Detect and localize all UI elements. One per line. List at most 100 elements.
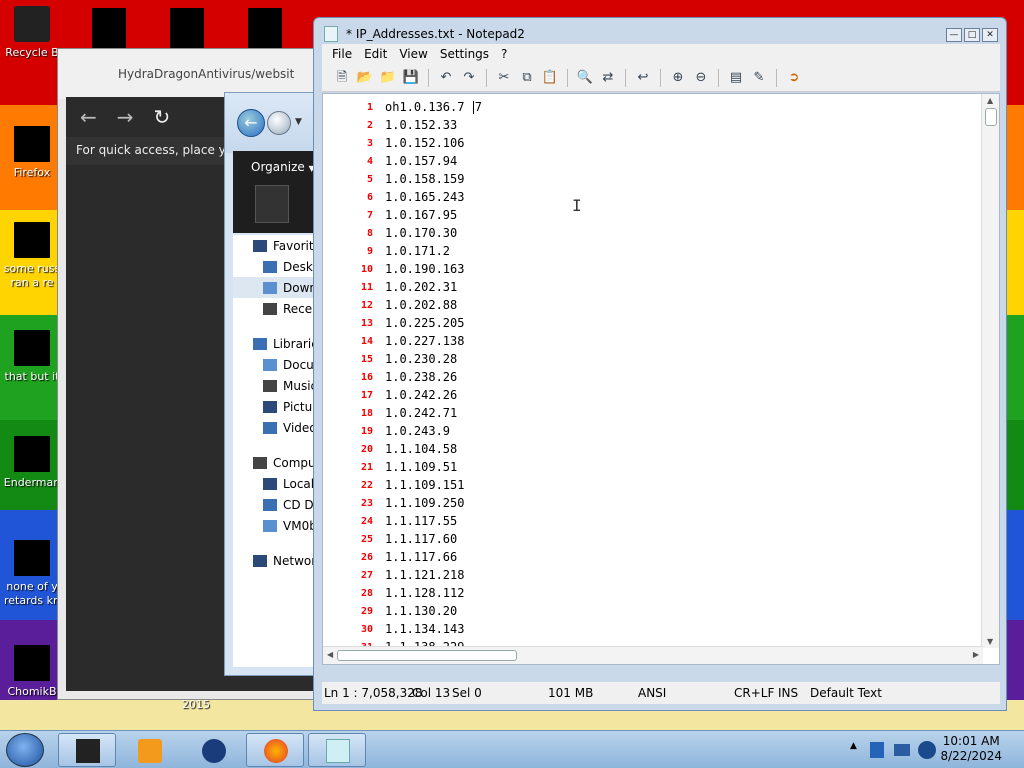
paste-icon[interactable]: 📋 [540,69,560,87]
organize-label: Organize [251,160,305,174]
taskbar-button-network[interactable] [184,733,242,767]
nav-item-deskt[interactable]: Deskt [233,256,323,277]
editor-line: 24 1.1.117.55 [323,512,983,530]
editor-area[interactable]: 1 oh1.0.136.7 7 2 1.0.152.33 3 1.0.152.106 4… [322,93,1000,665]
cut-icon[interactable]: ✂ [494,69,514,87]
line-text: 1.1.117.66 [385,550,458,564]
scheme-icon[interactable]: ▤ [726,69,746,87]
zoom-out-icon[interactable]: ⊖ [691,69,711,87]
menu-settings[interactable]: Settings [436,47,493,61]
scroll-down-icon[interactable]: ▼ [987,637,993,646]
desktop-icon-enderman[interactable]: Enderman [0,436,64,490]
maximize-icon[interactable]: □ [964,28,980,42]
status-eol[interactable]: CR+LF [732,686,776,700]
tray-network-icon[interactable] [894,744,910,756]
save-icon[interactable]: 💾 [401,69,421,87]
nav-item-networ[interactable]: Networ [233,550,323,571]
nav-item-recer[interactable]: Recer [233,298,323,319]
new-file-icon[interactable]: 🗎 [332,69,352,87]
folder-icon [263,400,277,413]
horizontal-scrollbar[interactable]: ◀ ▶ [323,646,983,664]
replace-icon[interactable]: ⇄ [598,69,618,87]
browse-icon[interactable]: 📁 [378,69,398,87]
line-text: 1.1.109.151 [385,478,465,492]
desktop-icon-top-1[interactable] [92,8,126,48]
menu-file[interactable]: File [328,47,356,61]
explorer-window[interactable]: ← ▼ Organize ▼ Favorite Deskt Down Recer Lib… [224,92,324,676]
customize-icon[interactable]: ✎ [749,69,769,87]
back-arrow-icon[interactable]: ← [80,105,97,129]
vertical-scroll-thumb[interactable] [985,108,997,126]
minimize-icon[interactable]: — [946,28,962,42]
taskbar-button-notepad[interactable] [308,733,366,767]
zoom-in-icon[interactable]: ⊕ [668,69,688,87]
desktop-icon-firefox[interactable]: Firefox [0,126,64,180]
line-text: 1.1.104.58 [385,442,458,456]
scroll-right-icon[interactable]: ▶ [973,650,979,659]
line-text: 1.1.121.218 [385,568,465,582]
nav-item-compu[interactable]: Compu [233,452,323,473]
line-number: 4 [366,155,373,167]
line-text: 1.0.242.71 [385,406,458,420]
exit-icon[interactable]: ➲ [784,69,804,87]
desktop-icon-chomik[interactable]: ChomikB [0,645,64,699]
taskbar-button-terminal[interactable] [58,733,116,767]
nav-item-local[interactable]: Local [233,473,323,494]
menu-edit[interactable]: Edit [360,47,391,61]
taskbar-button-firefox[interactable] [246,733,304,767]
nav-item-vm0b[interactable]: VM0b [233,515,323,536]
find-icon[interactable]: 🔍 [575,69,595,87]
view-button[interactable] [255,185,289,223]
redo-icon[interactable]: ↷ [459,69,479,87]
desktop-icon-some-russ[interactable]: some russ ran a re [0,222,64,290]
desktop-icon-that-but-it[interactable]: that but it [0,330,64,384]
status-selection: Sel 0 [452,686,482,700]
copy-icon[interactable]: ⧉ [517,69,537,87]
forward-arrow-icon[interactable]: → [117,105,134,129]
nav-item-label: Recer [283,301,318,316]
desktop-icon-top-3[interactable] [248,8,282,48]
scroll-left-icon[interactable]: ◀ [327,650,333,659]
vertical-scrollbar[interactable]: ▲ ▼ [981,94,999,648]
notepad-window[interactable]: * IP_Addresses.txt - Notepad2 — □ ✕ File… [313,17,1007,711]
organize-button[interactable]: Organize ▼ [233,151,323,174]
nav-item-librarie[interactable]: Librarie [233,333,323,354]
nav-item-label: CD D [283,497,314,512]
nav-item-cd d[interactable]: CD D [233,494,323,515]
nav-item-pictur[interactable]: Pictur [233,396,323,417]
status-scheme[interactable]: Default Text [808,686,882,700]
menu-help[interactable]: ? [497,47,511,61]
clock[interactable]: 10:01 AM 8/22/2024 [940,734,1002,764]
horizontal-scroll-thumb[interactable] [337,650,517,661]
explorer-toolbar: Organize ▼ [233,151,323,233]
nav-item-video[interactable]: Video [233,417,323,438]
open-folder-icon[interactable]: 📂 [355,69,375,87]
taskbar-button-media-player[interactable] [120,733,178,767]
show-hidden-icons-icon[interactable]: ▲ [850,741,857,751]
forward-arrow-icon[interactable] [267,111,291,135]
nav-item-docu[interactable]: Docu [233,354,323,375]
chevron-down-icon[interactable]: ▼ [295,117,302,127]
terminal-icon [76,739,100,763]
menu-view[interactable]: View [395,47,431,61]
status-encoding[interactable]: ANSI [636,686,732,700]
line-number: 14 [360,335,373,347]
word-wrap-icon[interactable]: ↩ [633,69,653,87]
editor-line: 4 1.0.157.94 [323,152,983,170]
desktop-icon-recycle-bin[interactable]: Recycle B [0,6,64,60]
desktop-icon-none-of[interactable]: none of y retards kn [0,540,64,608]
scroll-up-icon[interactable]: ▲ [987,96,993,105]
tray-app-icon[interactable] [870,742,884,758]
tray-volume-icon[interactable] [918,741,936,759]
nav-item-down[interactable]: Down [233,277,323,298]
editor-line: 12 1.0.202.88 [323,296,983,314]
desktop-icon-top-2[interactable] [170,8,204,48]
nav-item-favorite[interactable]: Favorite [233,235,323,256]
start-button[interactable] [6,733,44,767]
undo-icon[interactable]: ↶ [436,69,456,87]
status-ins-mode[interactable]: INS [776,686,808,700]
nav-item-music[interactable]: Music [233,375,323,396]
back-arrow-icon[interactable]: ← [237,109,265,137]
close-icon[interactable]: ✕ [982,28,998,42]
reload-icon[interactable]: ↻ [154,105,171,129]
